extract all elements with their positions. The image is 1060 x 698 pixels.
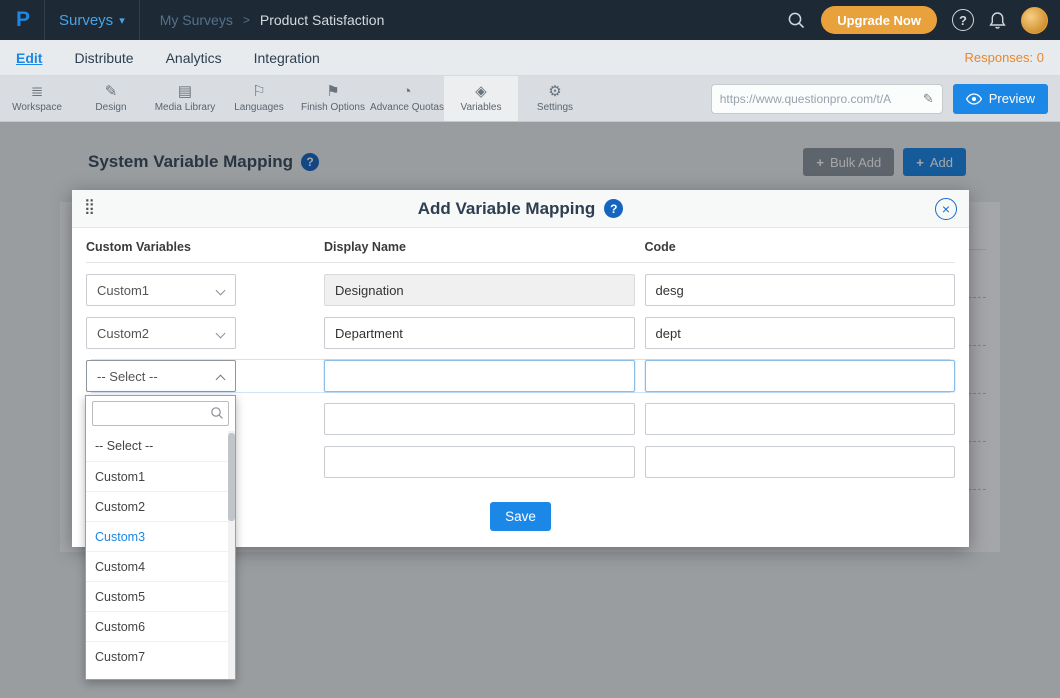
page-content: System Variable Mapping ? + Bulk Add + A… [0,122,1060,698]
toolbar-item-finish-options[interactable]: ⚑ Finish Options [296,76,370,121]
tab-edit[interactable]: Edit [16,50,42,66]
custom-variable-select-1[interactable]: Custom1 [86,274,236,306]
custom-variable-dropdown: -- Select -- Custom1 Custom2 Custom3 Cus… [85,395,236,680]
dropdown-search [92,401,229,426]
dropdown-option-custom5[interactable]: Custom5 [86,581,235,611]
breadcrumb-my-surveys[interactable]: My Surveys [160,12,233,28]
languages-icon: ⚐ [252,84,265,99]
code-input-2[interactable] [645,317,956,349]
help-icon[interactable]: ? [952,9,974,31]
preview-button[interactable]: Preview [953,84,1048,114]
code-input-3[interactable] [645,360,956,392]
save-button[interactable]: Save [490,502,551,531]
modal-header: ⣿ Add Variable Mapping ? × [72,190,969,228]
toolbar-item-design[interactable]: ✎ Design [74,76,148,121]
column-custom-variables: Custom Variables [86,240,314,254]
workspace-icon: ≣ [31,84,44,99]
edit-toolbar: ≣ Workspace ✎ Design ▤ Media Library ⚐ L… [0,76,1060,122]
settings-gear-icon: ⚙ [548,84,561,99]
code-input-4[interactable] [645,403,956,435]
survey-navbar: Edit Distribute Analytics Integration Re… [0,40,1060,76]
dropdown-option-custom2[interactable]: Custom2 [86,491,235,521]
magnifier-icon [210,406,224,420]
dropdown-option-custom1[interactable]: Custom1 [86,461,235,491]
dropdown-scrollbar[interactable] [228,431,235,680]
survey-url-box: ✎ [711,84,943,114]
custom-variable-select-3[interactable]: -- Select -- [86,360,236,392]
responses-count: Responses: 0 [965,50,1045,65]
scrollbar-thumb[interactable] [228,433,235,521]
tab-distribute[interactable]: Distribute [74,50,133,66]
advance-quotas-icon: ◔ [402,84,411,99]
tab-integration[interactable]: Integration [254,50,320,66]
dropdown-options: -- Select -- Custom1 Custom2 Custom3 Cus… [86,431,235,671]
eye-icon [966,93,982,105]
breadcrumb-separator: > [243,13,250,27]
column-headers: Custom Variables Display Name Code [86,240,955,263]
surveys-product-menu[interactable]: Surveys ▾ [45,0,139,40]
drag-handle-icon[interactable]: ⣿ [84,197,93,215]
toolbar-item-advance-quotas[interactable]: ◔ Advance Quotas [370,76,444,121]
code-input-5[interactable] [645,446,956,478]
survey-title: Product Satisfaction [260,12,385,28]
variables-icon: ◈ [475,84,487,99]
chevron-up-icon [216,375,226,385]
pencil-icon[interactable]: ✎ [923,91,934,107]
caret-down-icon: ▾ [119,14,125,27]
display-name-input-3[interactable] [324,360,635,392]
toolbar-right: ✎ Preview [711,76,1060,121]
column-display-name: Display Name [324,240,635,254]
finish-options-icon: ⚑ [326,84,339,99]
modal-title: Add Variable Mapping [418,199,596,219]
breadcrumb: My Surveys > Product Satisfaction [140,12,385,28]
display-name-input-4[interactable] [324,403,635,435]
mapping-row-2: Custom2 [86,317,955,349]
product-label: Surveys [59,12,113,29]
upgrade-now-button[interactable]: Upgrade Now [821,6,937,34]
bell-icon[interactable] [989,11,1006,30]
topbar: P Surveys ▾ My Surveys > Product Satisfa… [0,0,1060,40]
custom-variable-select-2[interactable]: Custom2 [86,317,236,349]
display-name-input-2[interactable] [324,317,635,349]
nav-tabs: Edit Distribute Analytics Integration [16,50,320,66]
dropdown-option-custom7[interactable]: Custom7 [86,641,235,671]
dropdown-option-custom6[interactable]: Custom6 [86,611,235,641]
chevron-down-icon [216,286,226,296]
design-icon: ✎ [105,84,118,99]
dropdown-option-select[interactable]: -- Select -- [86,431,235,461]
tab-analytics[interactable]: Analytics [166,50,222,66]
toolbar-item-variables[interactable]: ◈ Variables [444,76,518,121]
questionpro-logo[interactable]: P [10,7,36,33]
toolbar-item-media-library[interactable]: ▤ Media Library [148,76,222,121]
mapping-row-1: Custom1 [86,274,955,306]
search-icon[interactable] [787,11,806,30]
dropdown-search-input[interactable] [92,401,229,426]
chevron-down-icon [216,329,226,339]
add-variable-mapping-modal: ⣿ Add Variable Mapping ? × Custom Variab… [72,190,969,547]
user-avatar[interactable] [1021,7,1048,34]
display-name-input-5[interactable] [324,446,635,478]
modal-help-icon[interactable]: ? [604,199,623,218]
toolbar-item-workspace[interactable]: ≣ Workspace [0,76,74,121]
code-input-1[interactable] [645,274,956,306]
toolbar-item-settings[interactable]: ⚙ Settings [518,76,592,121]
toolbar-item-languages[interactable]: ⚐ Languages [222,76,296,121]
topbar-actions: Upgrade Now ? [787,6,1048,34]
media-library-icon: ▤ [178,84,192,99]
dropdown-option-custom4[interactable]: Custom4 [86,551,235,581]
logo-glyph: P [16,8,30,32]
close-icon[interactable]: × [935,198,957,220]
display-name-input-1[interactable] [324,274,635,306]
mapping-row-3: -- Select -- [86,360,955,392]
survey-url-input[interactable] [720,92,917,106]
dropdown-option-custom3[interactable]: Custom3 [86,521,235,551]
column-code: Code [645,240,956,254]
